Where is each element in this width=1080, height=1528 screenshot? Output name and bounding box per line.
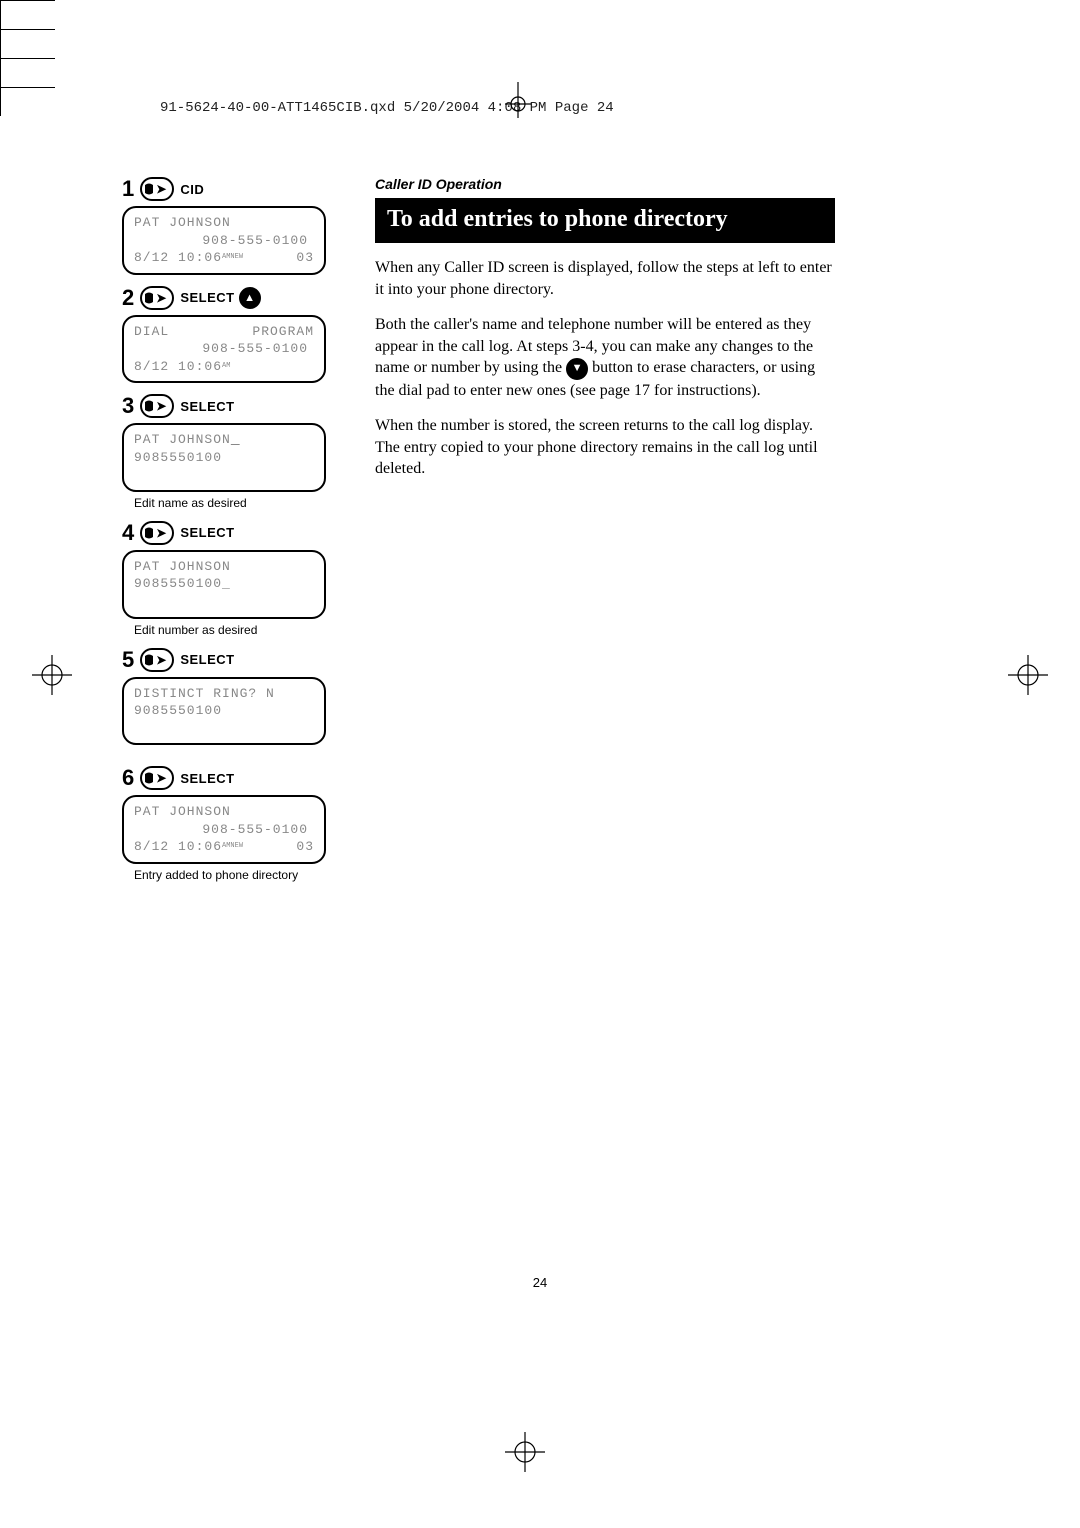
page: 91-5624-40-00-ATT1465CIB.qxd 5/20/2004 4… (110, 100, 970, 1420)
lcd-line: PAT JOHNSON (134, 214, 314, 232)
button-icon: ➤ (140, 766, 174, 790)
lcd-display: PAT JOHNSON 908-555-0100 8/12 10:06AMNEW… (122, 206, 326, 275)
step-2: 2 ➤ SELECT ▲ DIAL PROGRAM 908-555-0100 (110, 285, 335, 384)
step-label: SELECT (180, 399, 234, 414)
button-icon: ➤ (140, 648, 174, 672)
lcd-line: DIAL PROGRAM (134, 323, 314, 341)
step-number: 1 (122, 176, 134, 202)
crop-mark (0, 87, 55, 88)
lcd-line: 9085550100 (134, 449, 314, 467)
main-column: Caller ID Operation To add entries to ph… (375, 176, 835, 494)
step-1: 1 ➤ CID PAT JOHNSON 908-555-0100 8/12 10… (110, 176, 335, 275)
lcd-line: PAT JOHNSON (134, 431, 314, 449)
registration-mark-icon (32, 655, 72, 695)
body-paragraph: When the number is stored, the screen re… (375, 415, 835, 480)
crop-mark (0, 0, 55, 1)
step-label: SELECT (180, 290, 234, 305)
step-3: 3 ➤ SELECT PAT JOHNSON 9085550100 Edit n… (110, 393, 335, 510)
print-header: 91-5624-40-00-ATT1465CIB.qxd 5/20/2004 4… (110, 100, 970, 116)
lcd-line: 8/12 10:06AM (134, 358, 314, 376)
lcd-display: DIAL PROGRAM 908-555-0100 8/12 10:06AM (122, 315, 326, 384)
lcd-display: DISTINCT RING? N 9085550100 (122, 677, 326, 746)
lcd-line: PAT JOHNSON (134, 803, 314, 821)
step-number: 4 (122, 520, 134, 546)
down-arrow-icon: ▼ (566, 358, 588, 380)
step-5: 5 ➤ SELECT DISTINCT RING? N 9085550100 (110, 647, 335, 746)
lcd-line: 9085550100 (134, 702, 314, 720)
crop-mark (0, 59, 1, 87)
lcd-line: 8/12 10:06AMNEW 03 (134, 249, 314, 267)
button-icon: ➤ (140, 177, 174, 201)
up-arrow-icon: ▲ (239, 287, 261, 309)
lcd-line: 8/12 10:06AMNEW 03 (134, 838, 314, 856)
step-caption: Entry added to phone directory (134, 868, 335, 882)
registration-mark-icon (1008, 655, 1048, 695)
step-label: SELECT (180, 652, 234, 667)
step-number: 3 (122, 393, 134, 419)
step-label: SELECT (180, 771, 234, 786)
body-paragraph: When any Caller ID screen is displayed, … (375, 257, 835, 300)
lcd-display: PAT JOHNSON 908-555-0100 8/12 10:06AMNEW… (122, 795, 326, 864)
step-caption: Edit name as desired (134, 496, 335, 510)
step-6: 6 ➤ SELECT PAT JOHNSON 908-555-0100 8/12… (110, 765, 335, 882)
crop-mark (0, 58, 55, 59)
step-number: 2 (122, 285, 134, 311)
crop-mark (0, 29, 55, 30)
lcd-display: PAT JOHNSON 9085550100_ (122, 550, 326, 619)
page-title: To add entries to phone directory (375, 198, 835, 243)
lcd-line: 908-555-0100 (134, 232, 314, 250)
crop-mark (0, 30, 1, 58)
body-paragraph: Both the caller's name and telephone num… (375, 314, 835, 401)
section-label: Caller ID Operation (375, 176, 835, 192)
button-icon: ➤ (140, 394, 174, 418)
page-number: 24 (533, 1275, 547, 1290)
lcd-line: PAT JOHNSON (134, 558, 314, 576)
step-label: SELECT (180, 525, 234, 540)
crop-mark (0, 88, 1, 116)
registration-mark-icon (505, 1432, 545, 1472)
button-icon: ➤ (140, 286, 174, 310)
lcd-line: 908-555-0100 (134, 821, 314, 839)
button-icon: ➤ (140, 521, 174, 545)
registration-mark-icon (505, 82, 531, 118)
step-4: 4 ➤ SELECT PAT JOHNSON 9085550100_ Edit … (110, 520, 335, 637)
step-number: 6 (122, 765, 134, 791)
header-text: 91-5624-40-00-ATT1465CIB.qxd 5/20/2004 4… (160, 100, 614, 116)
lcd-line: 9085550100_ (134, 575, 314, 593)
lcd-line: DISTINCT RING? N (134, 685, 314, 703)
step-number: 5 (122, 647, 134, 673)
steps-column: 1 ➤ CID PAT JOHNSON 908-555-0100 8/12 10… (110, 176, 335, 892)
lcd-line: 908-555-0100 (134, 340, 314, 358)
step-label: CID (180, 182, 204, 197)
step-caption: Edit number as desired (134, 623, 335, 637)
lcd-display: PAT JOHNSON 9085550100 (122, 423, 326, 492)
crop-mark (0, 1, 1, 29)
